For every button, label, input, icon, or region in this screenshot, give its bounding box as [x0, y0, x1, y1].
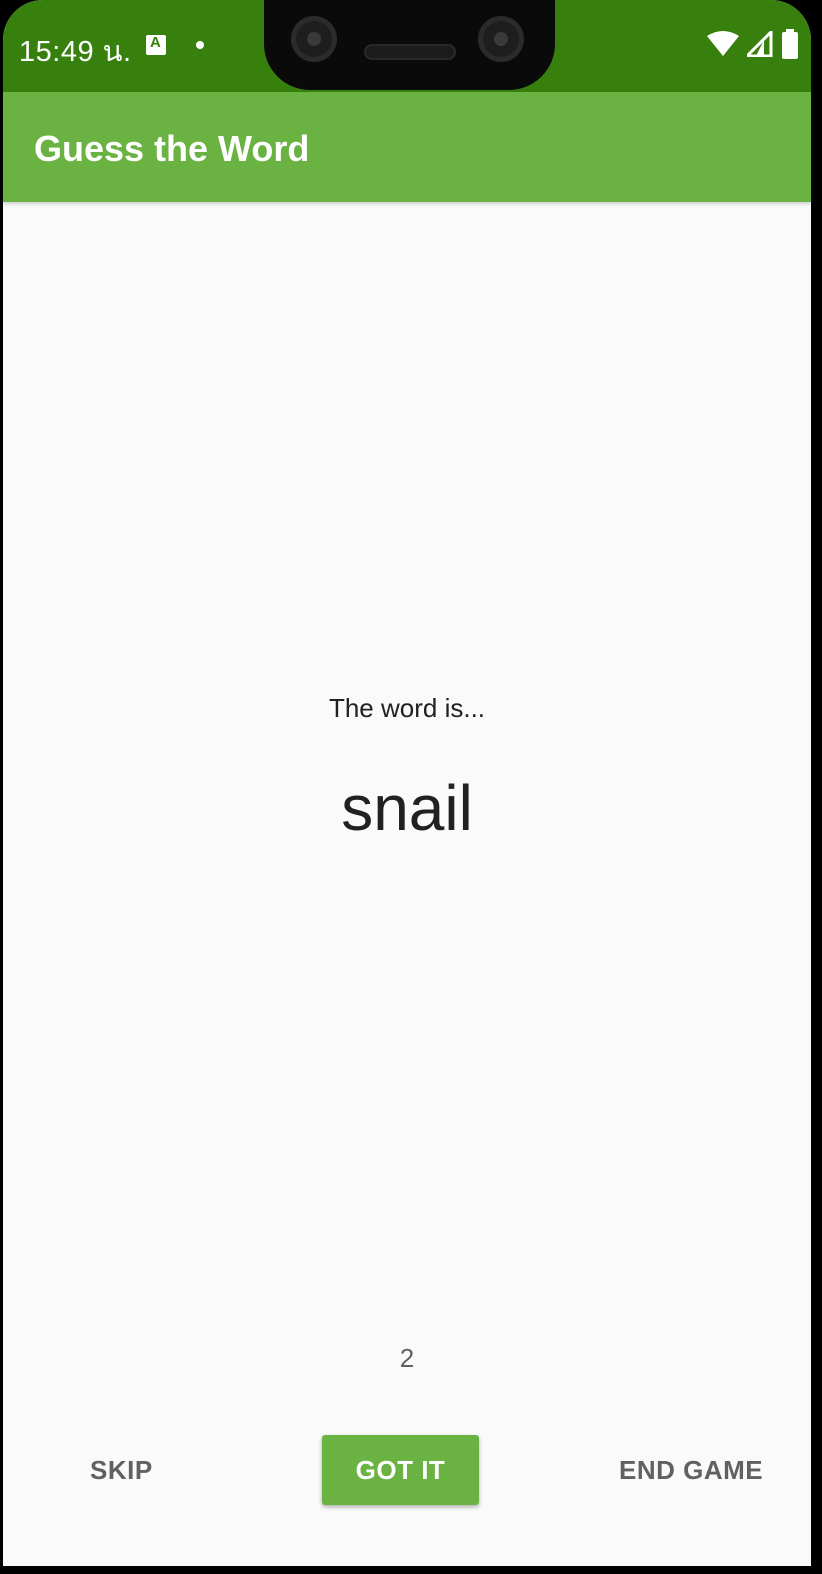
- got-it-button[interactable]: GOT IT: [322, 1435, 479, 1505]
- notification-app-icon-letter: A: [150, 34, 161, 51]
- end-game-button[interactable]: END GAME: [619, 1455, 763, 1486]
- app-title: Guess the Word: [34, 128, 310, 169]
- skip-button[interactable]: SKIP: [90, 1455, 153, 1486]
- front-camera-right: [478, 16, 524, 62]
- current-word: snail: [341, 772, 473, 844]
- app-bar: Guess the Word: [3, 92, 811, 202]
- device-frame: 15:49 น. A Guess the Word The word is...…: [0, 0, 822, 1574]
- camera-notch: [264, 0, 555, 90]
- status-time: 15:49 น.: [19, 36, 132, 68]
- notification-app-icon: A: [146, 34, 166, 55]
- status-icons: [707, 29, 799, 59]
- front-camera-left: [291, 16, 337, 62]
- notification-dot-icon: [196, 41, 204, 49]
- status-bar: 15:49 น. A: [3, 0, 811, 92]
- battery-icon: [782, 29, 798, 59]
- score-text: 2: [399, 1343, 415, 1373]
- screen: 15:49 น. A Guess the Word The word is...…: [3, 0, 811, 1566]
- cell-signal-icon: [747, 31, 773, 57]
- earpiece-speaker: [364, 44, 456, 60]
- word-label: The word is...: [328, 693, 486, 723]
- wifi-icon: [707, 31, 739, 56]
